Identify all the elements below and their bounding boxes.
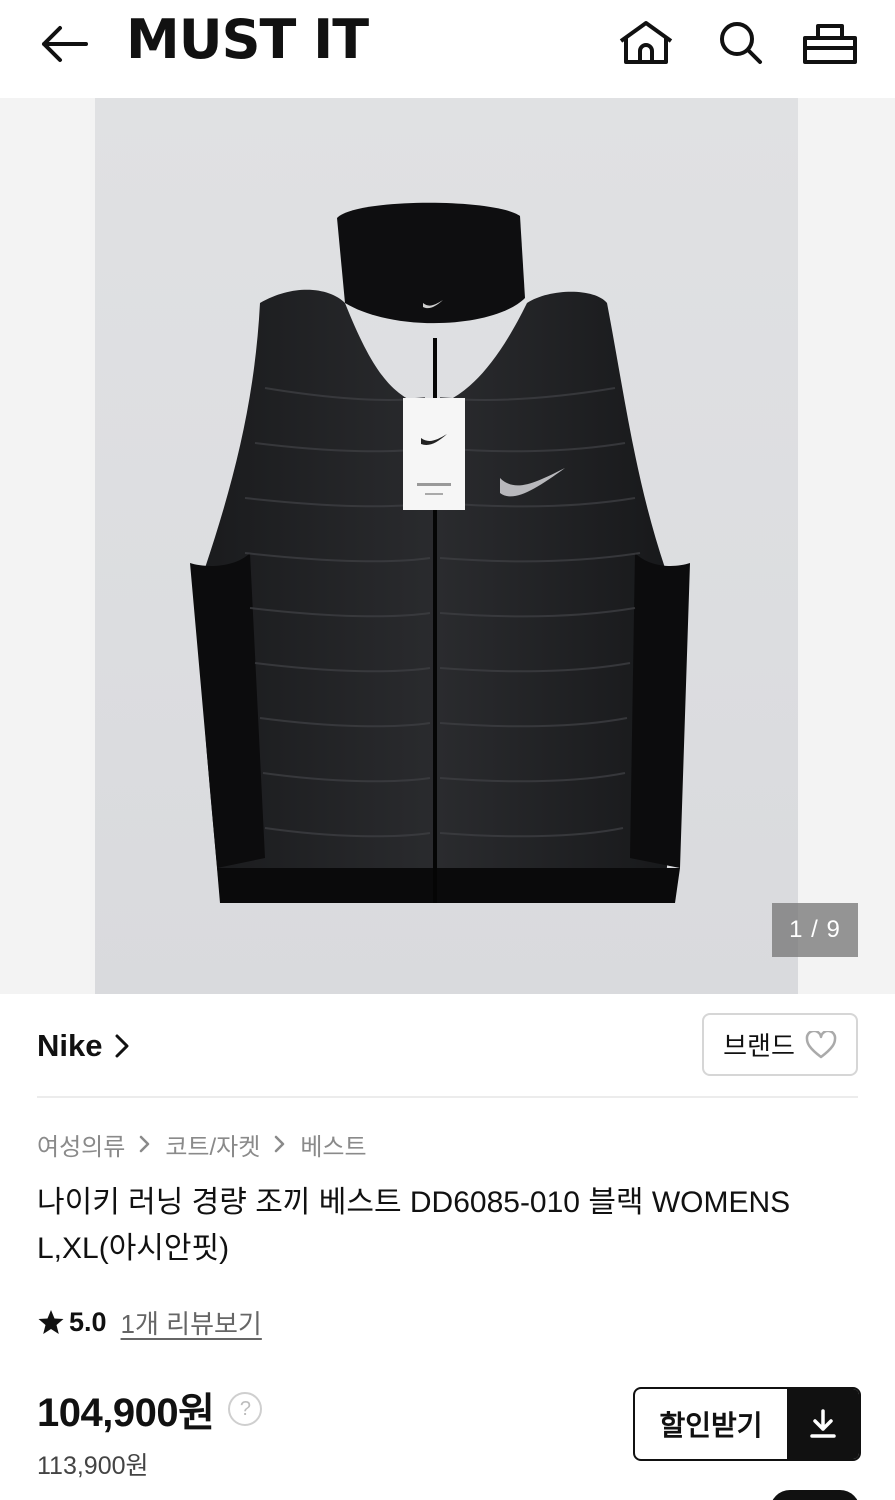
product-image-gallery[interactable]: 1 / 9 xyxy=(0,98,895,994)
breadcrumb-item-womens-clothing[interactable]: 여성의류 xyxy=(37,1127,125,1162)
home-button[interactable] xyxy=(616,14,676,70)
home-icon xyxy=(619,21,673,64)
product-title: 나이키 러닝 경량 조끼 베스트 DD6085-010 블랙 WOMENS L,… xyxy=(37,1186,791,1265)
get-discount-button[interactable]: 할인받기 xyxy=(633,1387,861,1461)
shopping-basket-icon xyxy=(803,24,857,64)
brand-link[interactable]: Nike xyxy=(37,1024,130,1068)
star-icon xyxy=(38,1310,64,1334)
site-logo[interactable]: MUST IT xyxy=(126,8,369,72)
price-help-icon[interactable]: ? xyxy=(228,1392,263,1426)
review-link[interactable]: 1개 리뷰보기 xyxy=(121,1304,262,1341)
cart-button[interactable] xyxy=(800,14,860,70)
breadcrumb: 여성의류 코트/자켓 베스트 xyxy=(37,1126,367,1162)
chevron-right-icon xyxy=(274,1134,286,1154)
top-bar: MUST IT xyxy=(0,0,895,98)
price-row: 104,900원 ? xyxy=(37,1384,263,1435)
brand-favorite-label: 브랜드 xyxy=(723,1031,795,1061)
get-discount-label: 할인받기 xyxy=(659,1410,763,1441)
floating-button-edge[interactable] xyxy=(770,1490,860,1500)
search-button[interactable] xyxy=(710,14,770,70)
chevron-right-icon xyxy=(114,1033,130,1059)
divider xyxy=(37,1096,858,1098)
image-counter: 1 / 9 xyxy=(772,903,858,957)
brand-favorite-button[interactable]: 브랜드 xyxy=(702,1013,858,1076)
sale-price: 104,900원 xyxy=(37,1391,215,1435)
heart-icon xyxy=(805,1030,837,1058)
brand-name: Nike xyxy=(37,1028,103,1063)
original-price: 113,900원 xyxy=(37,1452,149,1480)
rating-row: 5.0 1개 리뷰보기 xyxy=(37,1302,262,1342)
back-arrow-icon xyxy=(42,26,88,62)
product-photo[interactable] xyxy=(95,98,798,994)
download-icon xyxy=(787,1389,859,1459)
rating-value: 5.0 xyxy=(69,1306,107,1337)
search-icon xyxy=(720,22,762,64)
breadcrumb-item-coat-jacket[interactable]: 코트/자켓 xyxy=(165,1127,260,1162)
breadcrumb-item-vest[interactable]: 베스트 xyxy=(300,1127,366,1162)
back-button[interactable] xyxy=(36,20,92,68)
chevron-right-icon xyxy=(139,1134,151,1154)
vest-image xyxy=(190,202,690,903)
